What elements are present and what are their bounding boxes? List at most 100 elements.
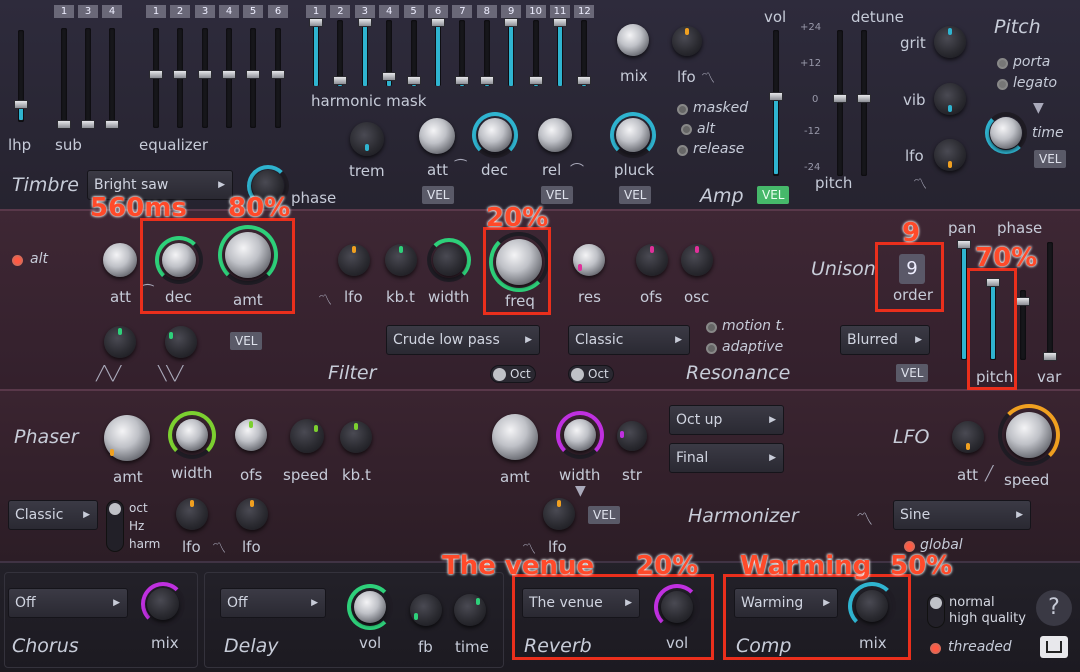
harmonic-tab-12[interactable]: 12	[574, 5, 595, 18]
delay-mode-dropdown[interactable]: Off ▶	[220, 588, 326, 618]
filter-att-knob[interactable]	[103, 243, 137, 277]
rel-vel-button[interactable]: VEL	[541, 186, 574, 204]
sub-tab-4[interactable]: 4	[102, 5, 122, 18]
motion-radio[interactable]	[706, 322, 717, 333]
phaser-speed-knob[interactable]	[290, 419, 324, 453]
eq-fader-3-handle[interactable]	[198, 70, 212, 79]
phaser-ofs-knob[interactable]	[235, 419, 267, 451]
filter-env-vel-button[interactable]: VEL	[230, 332, 263, 350]
harmonic-fader-3[interactable]	[361, 20, 368, 86]
harmonic-fader-11[interactable]	[557, 20, 563, 86]
resonance-type-dropdown[interactable]: Classic ▶	[568, 325, 690, 355]
delay-vol-knob[interactable]	[354, 591, 386, 623]
harmonic-fader-1-handle[interactable]	[309, 18, 323, 27]
harmonizer-width-knob[interactable]	[564, 419, 596, 451]
unison-phase-fader-handle[interactable]	[1016, 297, 1030, 306]
harmonic-tab-5[interactable]: 5	[403, 5, 424, 18]
harmonizer-amt-knob[interactable]	[492, 414, 538, 460]
pitch-lfo-knob[interactable]	[934, 139, 966, 171]
harmonic-tab-9[interactable]: 9	[501, 5, 522, 18]
lfo-speed-knob[interactable]	[1006, 412, 1052, 458]
unison-var-fader-handle[interactable]	[1043, 352, 1057, 361]
eq-tab-2[interactable]: 2	[170, 5, 190, 18]
chorus-mode-dropdown[interactable]: Off ▶	[8, 588, 128, 618]
adaptive-radio[interactable]	[706, 343, 717, 354]
harmonic-fader-6[interactable]	[435, 20, 441, 86]
harmonic-tab-4[interactable]: 4	[379, 5, 400, 18]
phaser-amt-knob[interactable]	[104, 415, 150, 461]
harmonizer-lfo-knob[interactable]	[543, 498, 575, 530]
sub-fader-3[interactable]	[85, 28, 91, 128]
att-vel-button[interactable]: VEL	[422, 186, 455, 204]
unison-pan-fader-handle[interactable]	[957, 240, 971, 249]
harmonic-fader-7-handle[interactable]	[455, 76, 470, 85]
phaser-unit-switch[interactable]	[106, 500, 124, 552]
glide-time-knob[interactable]	[990, 117, 1022, 149]
eq-tab-3[interactable]: 3	[195, 5, 215, 18]
lfo-att-knob[interactable]	[952, 421, 984, 453]
detune-fader-handle[interactable]	[857, 94, 871, 103]
filter-ofs-knob[interactable]	[636, 244, 668, 276]
quality-switch[interactable]	[927, 594, 945, 628]
harmonic-tab-3[interactable]: 3	[354, 5, 375, 18]
filter-kbt-knob[interactable]	[385, 244, 417, 276]
resonance-oct-toggle[interactable]: Oct	[568, 365, 614, 383]
mix-knob[interactable]	[617, 24, 649, 56]
amp-vol-fader[interactable]	[773, 30, 779, 176]
phaser-width-knob[interactable]	[176, 419, 208, 451]
pluck-vel-button[interactable]: VEL	[619, 186, 652, 204]
harmonic-fader-11-handle[interactable]	[553, 18, 567, 27]
harmonic-fader-6-handle[interactable]	[431, 18, 445, 27]
amp-vel-button[interactable]: VEL	[757, 186, 790, 204]
unison-var-fader[interactable]	[1047, 242, 1053, 360]
harmonic-fader-9-handle[interactable]	[504, 18, 519, 27]
harmonizer-mode-dropdown-2[interactable]: Final ▶	[669, 443, 784, 473]
harmonic-fader-12-handle[interactable]	[577, 76, 592, 85]
amp-vol-fader-handle[interactable]	[769, 92, 783, 101]
sub-fader-4-handle[interactable]	[105, 120, 119, 129]
vib-knob[interactable]	[934, 83, 966, 115]
release-radio[interactable]	[677, 145, 688, 156]
eq-fader-1-handle[interactable]	[149, 70, 163, 79]
harmonic-fader-4-handle[interactable]	[382, 72, 397, 81]
filter-lfo-knob[interactable]	[338, 244, 370, 276]
phaser-lfo-knob-2[interactable]	[236, 498, 268, 530]
phaser-kbt-knob[interactable]	[340, 421, 372, 453]
eq-tab-6[interactable]: 6	[268, 5, 288, 18]
harmonic-fader-10-handle[interactable]	[528, 76, 543, 85]
att-knob[interactable]	[419, 118, 455, 154]
piano-logo-icon[interactable]	[1040, 636, 1068, 658]
porta-radio[interactable]	[997, 58, 1008, 69]
lfo-shape-dropdown[interactable]: Sine ▶	[893, 500, 1031, 530]
detune-fader[interactable]	[861, 30, 867, 176]
unison-vel-button[interactable]: VEL	[896, 364, 929, 382]
unison-mode-dropdown[interactable]: Blurred ▶	[840, 325, 930, 355]
harmonic-fader-8-handle[interactable]	[479, 76, 494, 85]
help-button[interactable]: ?	[1036, 590, 1072, 626]
pitch-vel-button[interactable]: VEL	[1034, 150, 1067, 168]
sub-fader-4[interactable]	[109, 28, 115, 128]
eq-fader-2-handle[interactable]	[173, 70, 187, 79]
harmonizer-str-knob[interactable]	[617, 421, 647, 451]
harmonic-tab-7[interactable]: 7	[452, 5, 473, 18]
harmonizer-mode-dropdown-1[interactable]: Oct up ▶	[669, 405, 784, 435]
eq-fader-5-handle[interactable]	[246, 70, 260, 79]
harmonic-tab-10[interactable]: 10	[525, 5, 546, 18]
legato-radio[interactable]	[997, 79, 1008, 90]
eq-tab-4[interactable]: 4	[219, 5, 239, 18]
timbre-lfo-knob[interactable]	[672, 26, 702, 56]
sub-fader-3-handle[interactable]	[81, 120, 95, 129]
pitch-fader-handle[interactable]	[833, 94, 847, 103]
sub-tab-3[interactable]: 3	[78, 5, 98, 18]
filter-env2-knob[interactable]	[104, 326, 136, 358]
rel-knob[interactable]	[538, 118, 572, 152]
harmonic-tab-1[interactable]: 1	[306, 5, 326, 18]
expand-arrow-icon[interactable]: ▼	[1033, 100, 1044, 116]
eq-tab-5[interactable]: 5	[243, 5, 263, 18]
eq-tab-1[interactable]: 1	[146, 5, 166, 18]
dec-knob[interactable]	[478, 118, 512, 152]
sub-fader-1-handle[interactable]	[57, 120, 71, 129]
pluck-knob[interactable]	[616, 118, 650, 152]
delay-time-knob[interactable]	[454, 594, 486, 626]
filter-res-knob[interactable]	[573, 244, 605, 276]
